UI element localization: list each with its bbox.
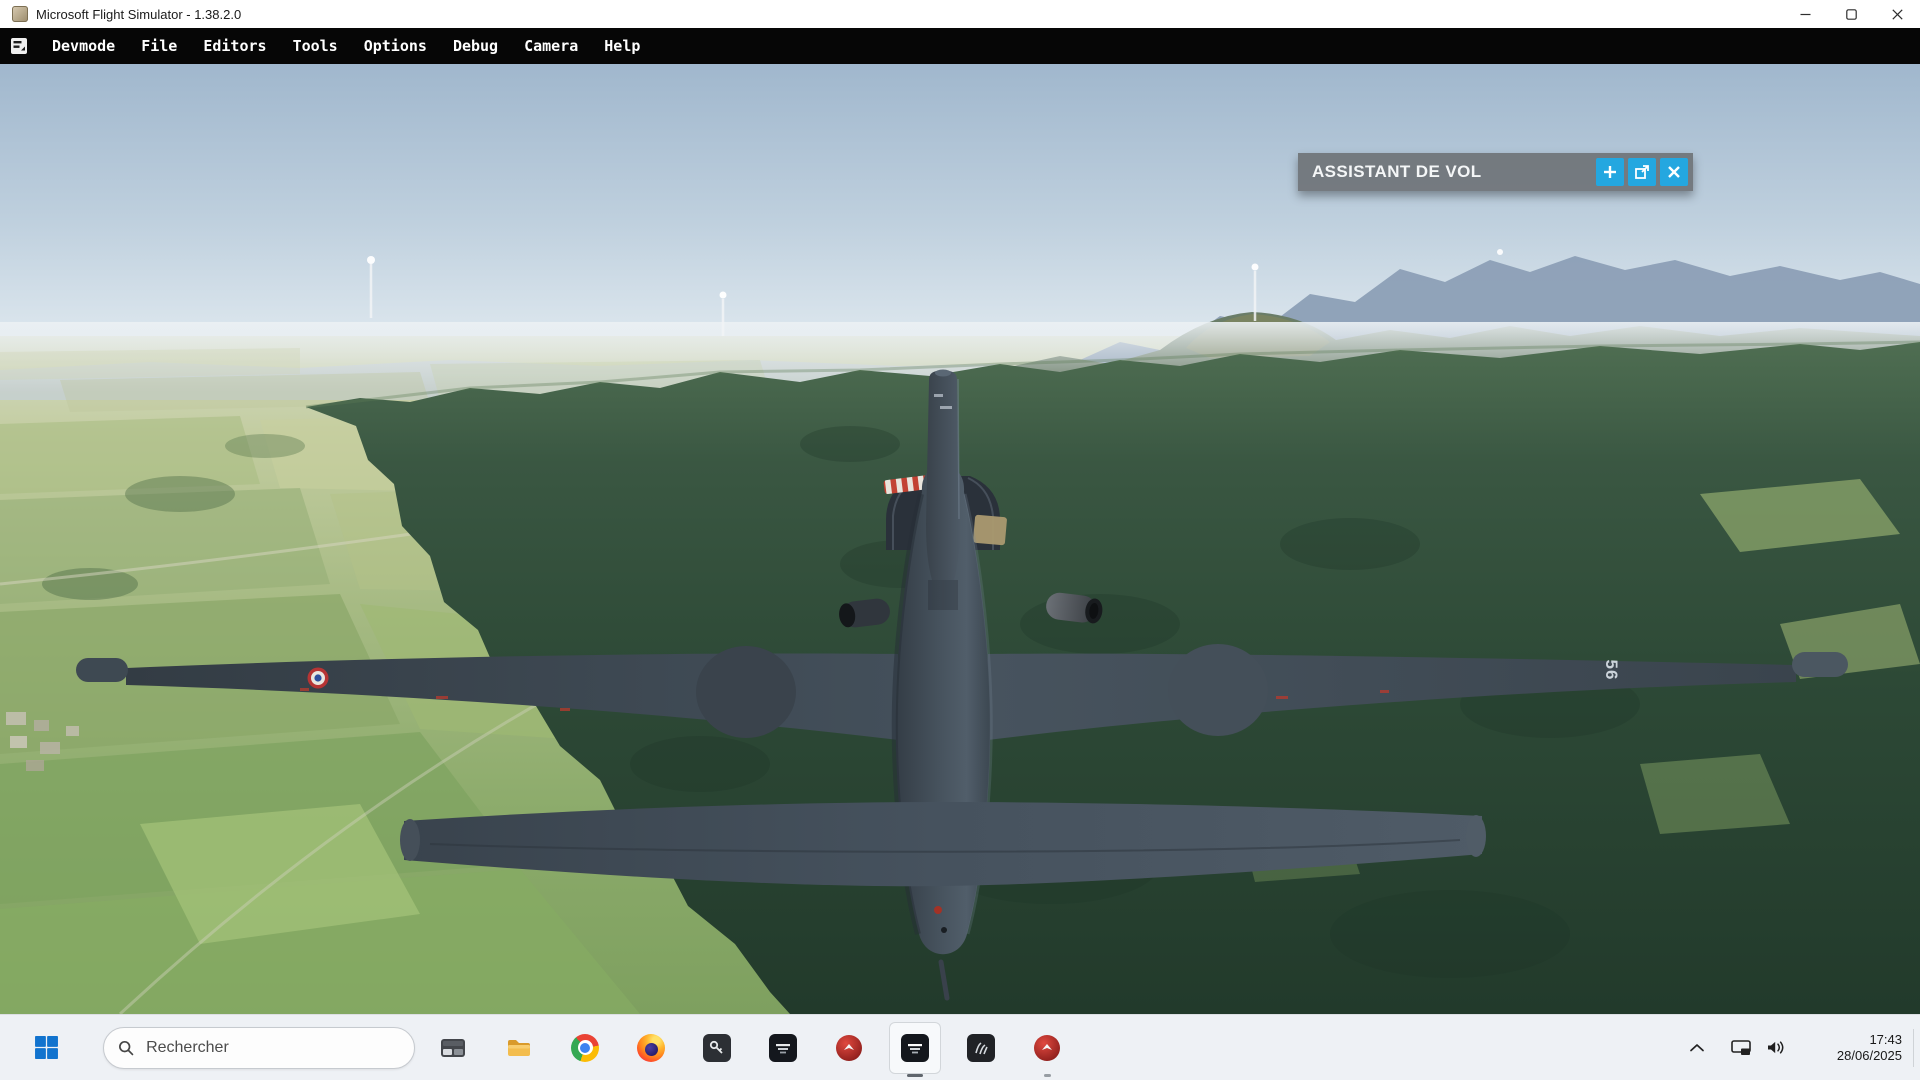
- menu-camera[interactable]: Camera: [511, 28, 591, 64]
- popout-icon: [1635, 165, 1649, 179]
- close-icon: [1667, 165, 1681, 179]
- tray-volume-button[interactable]: [1758, 1026, 1792, 1070]
- panel-buttons: [1596, 158, 1693, 186]
- search-icon: [118, 1039, 134, 1057]
- minimize-button[interactable]: [1782, 0, 1828, 28]
- search-box[interactable]: [103, 1027, 415, 1069]
- devmode-icon: [9, 36, 29, 56]
- taskbar-apps: [427, 1022, 1073, 1074]
- app-icon: [12, 6, 28, 22]
- wing-number: 56: [1602, 660, 1621, 681]
- simulator-viewport[interactable]: 56: [0, 64, 1920, 1014]
- window-title: Microsoft Flight Simulator - 1.38.2.0: [36, 7, 241, 22]
- taskbar-app-firefox[interactable]: [625, 1022, 677, 1074]
- panel-popout-button[interactable]: [1628, 158, 1656, 186]
- panel-title: ASSISTANT DE VOL: [1298, 162, 1482, 182]
- taskbar-app-key[interactable]: [691, 1022, 743, 1074]
- plus-icon: [1603, 165, 1617, 179]
- clock-time: 17:43: [1869, 1032, 1902, 1048]
- taskbar-app-window[interactable]: [427, 1022, 479, 1074]
- chevron-up-icon: [1689, 1042, 1705, 1053]
- taskbar-app-chrome[interactable]: [559, 1022, 611, 1074]
- chrome-icon: [571, 1034, 599, 1062]
- tray-clock[interactable]: 17:43 28/06/2025: [1798, 1032, 1902, 1064]
- menu-bar: Devmode File Editors Tools Options Debug…: [0, 28, 1920, 64]
- taskbar-app-msfs2020[interactable]: [757, 1022, 809, 1074]
- start-button[interactable]: [22, 1022, 70, 1074]
- window-controls: [1782, 0, 1920, 28]
- red-flight-app-icon: [836, 1035, 862, 1061]
- cast-icon: [1731, 1040, 1751, 1056]
- active-app-indicator: [907, 1074, 923, 1077]
- taskbar-app-file-explorer[interactable]: [493, 1022, 545, 1074]
- msfs-window: Microsoft Flight Simulator - 1.38.2.0 De…: [0, 0, 1920, 1080]
- flight-simulator-icon: [901, 1034, 929, 1062]
- claw-app-icon: [967, 1034, 995, 1062]
- tray-chevron-button[interactable]: [1680, 1026, 1714, 1070]
- taskbar: 17:43 28/06/2025: [0, 1014, 1920, 1080]
- speaker-icon: [1766, 1039, 1785, 1056]
- menu-file[interactable]: File: [128, 28, 190, 64]
- running-app-indicator: [1044, 1074, 1051, 1077]
- menu-debug[interactable]: Debug: [440, 28, 511, 64]
- taskbar-app-red-1[interactable]: [823, 1022, 875, 1074]
- search-input[interactable]: [144, 1038, 400, 1058]
- key-app-icon: [703, 1034, 731, 1062]
- show-desktop-button[interactable]: [1913, 1029, 1920, 1067]
- clock-date: 28/06/2025: [1837, 1048, 1902, 1064]
- menu-editors[interactable]: Editors: [190, 28, 279, 64]
- window-titlebar: Microsoft Flight Simulator - 1.38.2.0: [0, 0, 1920, 28]
- maximize-button[interactable]: [1828, 0, 1874, 28]
- flight-assistant-panel[interactable]: ASSISTANT DE VOL: [1298, 153, 1693, 191]
- menu-options[interactable]: Options: [351, 28, 440, 64]
- system-tray: 17:43 28/06/2025: [1680, 1015, 1912, 1080]
- menu-tools[interactable]: Tools: [280, 28, 351, 64]
- menu-help[interactable]: Help: [591, 28, 653, 64]
- panel-add-button[interactable]: [1596, 158, 1624, 186]
- menu-devmode[interactable]: Devmode: [39, 28, 128, 64]
- taskbar-app-peripheral[interactable]: [955, 1022, 1007, 1074]
- firefox-icon: [637, 1034, 665, 1062]
- folder-icon: [505, 1034, 533, 1062]
- taskbar-app-msfs-active[interactable]: [889, 1022, 941, 1074]
- tray-cast-button[interactable]: [1724, 1026, 1758, 1070]
- scene-render: 56: [0, 64, 1920, 1014]
- window-app-icon: [439, 1034, 467, 1062]
- windows-logo-icon: [34, 1035, 59, 1060]
- red-flight-app-2-icon: [1034, 1035, 1060, 1061]
- panel-close-button[interactable]: [1660, 158, 1688, 186]
- close-button[interactable]: [1874, 0, 1920, 28]
- taskbar-app-red-2[interactable]: [1021, 1022, 1073, 1074]
- flight-simulator-2020-icon: [769, 1034, 797, 1062]
